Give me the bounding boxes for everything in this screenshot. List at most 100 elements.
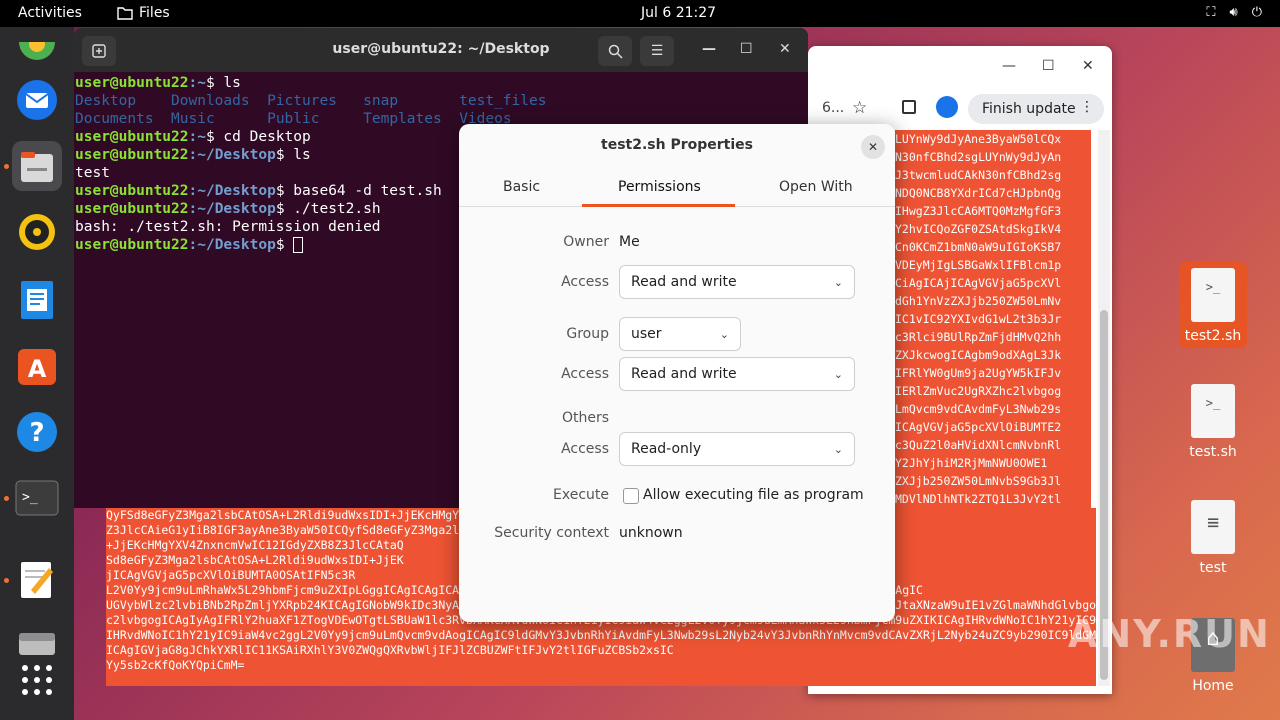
desktop-file-test2-sh[interactable]: >_ test2.sh: [1179, 262, 1247, 348]
others-access-dropdown[interactable]: Read-only ⌄: [619, 432, 855, 466]
command-text: $: [275, 237, 294, 253]
prompt-user: user@ubuntu22: [75, 183, 189, 199]
menu-kebab-icon: ⋮: [1080, 99, 1094, 115]
desktop-file-label: test.sh: [1189, 444, 1237, 460]
base64-line: N30nfCBhd2sgLUYnWy9dJyAn: [895, 150, 1062, 164]
files-launcher[interactable]: [12, 141, 62, 191]
base64-line: c3Rlci9BUlRpZmFjdHMvQ2hh: [895, 330, 1062, 344]
base64-line: IERlZmVuc2UgRXZhc2lvbgog: [895, 384, 1062, 398]
close-icon: ✕: [867, 140, 879, 154]
dock: A ? >_: [0, 27, 74, 720]
terminal-launcher[interactable]: >_: [12, 473, 62, 523]
script-file-icon: >_: [1191, 384, 1235, 438]
owner-access-label: Access: [561, 274, 609, 290]
base64-line: J3twcmludCAkN30nfCBhd2sg: [895, 168, 1062, 182]
terminal-headerbar[interactable]: user@ubuntu22: ~/Desktop ☰ — ☐ ✕: [74, 28, 808, 72]
close-button[interactable]: ✕: [779, 41, 791, 57]
finish-update-button[interactable]: Finish update ⋮: [968, 94, 1104, 124]
active-tab-indicator: [582, 204, 735, 207]
base64-line: IFRlYW0gUm9ja2UgYW5kIFJv: [895, 366, 1062, 380]
prompt-user: user@ubuntu22: [75, 201, 189, 217]
group-label: Group: [566, 326, 609, 342]
base64-line: Yy5sb2cKfQoKYQpiCmM=: [106, 658, 245, 672]
minimize-button[interactable]: —: [702, 41, 716, 57]
dir-entry: Desktop: [75, 93, 137, 109]
desktop-file-label: Home: [1192, 678, 1234, 694]
app-grid-icon: [22, 665, 52, 695]
show-apps-button[interactable]: [12, 655, 62, 705]
command-text: $ base64 -d test.sh: [275, 183, 442, 199]
profile-avatar[interactable]: [936, 96, 958, 118]
dir-entry: Downloads: [171, 93, 250, 109]
prompt-path: :~: [188, 75, 206, 91]
chrome-launcher[interactable]: [12, 27, 62, 77]
rhythmbox-icon: [19, 214, 55, 250]
libreoffice-writer-icon: [21, 281, 53, 319]
prompt-user: user@ubuntu22: [75, 75, 189, 91]
tab-basic[interactable]: Basic: [503, 179, 540, 195]
browser-titlebar[interactable]: — ☐ ✕: [808, 46, 1112, 86]
base64-line: ZXJjb250ZW50LmNvbS9Gb3Jl: [895, 474, 1062, 488]
owner-access-dropdown[interactable]: Read and write ⌄: [619, 265, 855, 299]
maximize-button[interactable]: ☐: [1042, 58, 1055, 74]
activities-button[interactable]: Activities: [18, 5, 82, 21]
address-bar-partial[interactable]: 6...: [822, 100, 844, 116]
bookmark-star-icon[interactable]: ☆: [852, 98, 867, 118]
hamburger-menu-button[interactable]: ☰: [640, 36, 674, 66]
base64-line: IC1vIC92YXIvdG1wL2t3b3Jr: [895, 312, 1062, 326]
base64-line: IHwgZ3JlcCA6MTQ0MzMgfGF3: [895, 204, 1062, 218]
text-editor-launcher[interactable]: [12, 555, 62, 605]
side-panel-icon[interactable]: [902, 100, 916, 114]
clock[interactable]: Jul 6 21:27: [641, 5, 716, 21]
command-text: $ ls: [275, 147, 311, 163]
execute-checkbox[interactable]: [623, 488, 639, 504]
thunderbird-launcher[interactable]: [12, 75, 62, 125]
menu-icon: ☰: [650, 43, 664, 59]
others-label: Others: [561, 410, 609, 426]
group-access-value: Read and write: [631, 366, 737, 382]
dir-entry: Music: [171, 111, 215, 127]
running-indicator: [4, 164, 9, 169]
tab-open-with[interactable]: Open With: [779, 179, 853, 195]
group-value: user: [631, 326, 662, 342]
group-access-dropdown[interactable]: Read and write ⌄: [619, 357, 855, 391]
prompt-path: :~/Desktop: [188, 237, 276, 253]
group-access-label: Access: [561, 366, 609, 382]
desktop-file-test[interactable]: ≡ test: [1179, 500, 1247, 576]
running-indicator: [4, 578, 9, 583]
system-tray[interactable]: ⛶ 🔊︎ ⏻: [1206, 5, 1262, 20]
close-button[interactable]: ✕: [1082, 58, 1094, 74]
top-bar: Activities Files Jul 6 21:27 ⛶ 🔊︎ ⏻: [0, 0, 1280, 27]
app-center-launcher[interactable]: A: [12, 341, 62, 391]
tab-permissions[interactable]: Permissions: [618, 179, 701, 195]
dir-entry: snap: [363, 93, 399, 109]
svg-text:>_: >_: [22, 490, 38, 505]
dir-entry: Templates: [363, 111, 442, 127]
chevron-down-icon: ⌄: [833, 367, 843, 381]
minimize-button[interactable]: —: [1002, 58, 1016, 74]
app-name-label: Files: [139, 5, 170, 21]
files-app-menu[interactable]: Files: [117, 5, 170, 21]
writer-launcher[interactable]: [12, 275, 62, 325]
base64-line: Y2JhYjhiM2RjMmNWU0OWE1: [895, 456, 1048, 470]
folder-icon: [117, 7, 133, 20]
anyrun-watermark: ANY.RUN: [1068, 612, 1271, 656]
maximize-button[interactable]: ☐: [740, 41, 753, 57]
text-file-icon: ≡: [1191, 500, 1235, 554]
base64-line: c3QuZ2l0aHVidXNlcmNvbnRl: [895, 438, 1062, 452]
prompt-path: :~: [188, 129, 206, 145]
group-dropdown[interactable]: user ⌄: [619, 317, 741, 351]
dialog-close-button[interactable]: ✕: [861, 135, 885, 159]
execute-checkbox-label[interactable]: Allow executing file as program: [643, 487, 864, 503]
search-button[interactable]: [598, 36, 632, 66]
output-text: test: [75, 165, 110, 181]
help-launcher[interactable]: ?: [12, 407, 62, 457]
rhythmbox-launcher[interactable]: [12, 207, 62, 257]
desktop-file-test-sh[interactable]: >_ test.sh: [1179, 384, 1247, 460]
chrome-icon: [19, 42, 55, 60]
base64-line: MDVlNDlhNTk2ZTQ1L3JvY2tl: [895, 492, 1062, 506]
svg-text:A: A: [28, 355, 47, 383]
script-file-icon: >_: [1191, 268, 1235, 322]
owner-label: Owner: [563, 234, 609, 250]
chevron-down-icon: ⌄: [833, 275, 843, 289]
